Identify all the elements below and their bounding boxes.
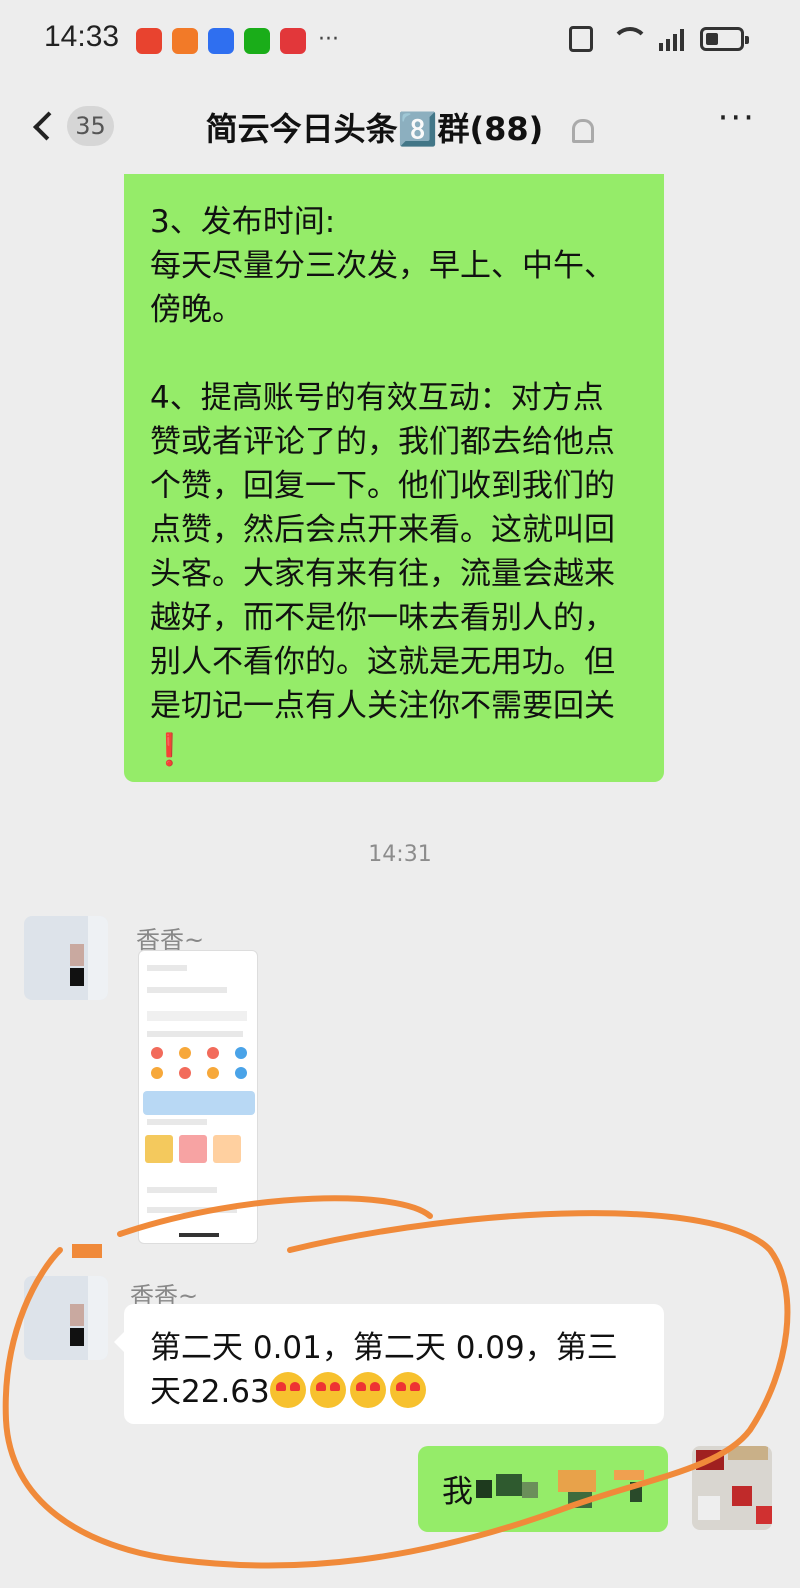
message-line: 别人不看你的。这就是无用功。但 <box>150 644 615 680</box>
status-bar: 14:33 ··· <box>0 0 800 82</box>
message-line: 头客。大家有来有往，流量会越来 <box>150 556 615 592</box>
message-line: 赞或者评论了的，我们都去给他点 <box>150 424 615 460</box>
message-bubble-incoming[interactable]: 第二天 0.01，第二天 0.09，第三 天22.63 <box>114 1304 664 1424</box>
chat-title-row[interactable]: 简云今日头条8️⃣群(88) <box>0 104 800 150</box>
exclamation-icon: ❗ <box>150 732 189 768</box>
message-text: 天22.63 <box>150 1374 270 1410</box>
heart-eyes-emoji-icon <box>269 1372 306 1408</box>
message-line: 越好，而不是你一味去看别人的， <box>150 600 615 636</box>
wechat-icon <box>244 28 270 54</box>
chat-title: 简云今日头条8️⃣群(88) <box>205 110 544 148</box>
message-line: 个赞，回复一下。他们收到我们的 <box>150 468 615 504</box>
message-line-with-emoji: 天22.63 <box>150 1370 640 1414</box>
message-line: 点赞，然后会点开来看。这就叫回 <box>150 512 615 548</box>
avatar[interactable] <box>24 916 108 1000</box>
chat-header: 35 简云今日头条8️⃣群(88) ··· <box>0 82 800 172</box>
heart-eyes-emoji-icon <box>349 1372 386 1408</box>
message-bubble-outgoing[interactable]: 3、发布时间: 每天尽量分三次发，早上、中午、 傍晚。 4、提高账号的有效互动：… <box>124 174 664 782</box>
message-line: 每天尽量分三次发，早上、中午、 <box>150 248 615 284</box>
my-avatar[interactable] <box>692 1446 772 1530</box>
system-indicators <box>569 26 749 52</box>
image-message[interactable] <box>138 950 258 1244</box>
message-timestamp: 14:31 <box>368 842 432 867</box>
message-line: 是切记一点有人关注你不需要回关 <box>150 688 615 724</box>
mute-bell-icon <box>572 119 595 143</box>
message-text: 我 <box>442 1474 473 1510</box>
status-time: 14:33 <box>44 20 120 53</box>
wifi-icon <box>609 27 649 51</box>
nfc-icon <box>569 26 593 52</box>
mail-icon <box>280 28 306 54</box>
taobao-icon <box>172 28 198 54</box>
heart-eyes-emoji-icon <box>309 1372 346 1408</box>
battery-icon <box>700 27 749 51</box>
avatar[interactable] <box>24 1276 108 1360</box>
news-app-icon <box>136 28 162 54</box>
message-line: 3、发布时间: <box>150 204 336 240</box>
message-line: 第二天 0.01，第二天 0.09，第三 <box>150 1330 618 1366</box>
message-line: 4、提高账号的有效互动：对方点 <box>150 380 604 416</box>
browser-icon <box>208 28 234 54</box>
more-notifications-indicator: ··· <box>318 27 339 52</box>
heart-eyes-emoji-icon <box>389 1372 426 1408</box>
message-bubble-outgoing[interactable]: 我 <box>418 1446 668 1532</box>
more-options-button[interactable]: ··· <box>718 98 756 138</box>
signal-icon <box>659 27 684 51</box>
notification-icons: ··· <box>136 28 339 54</box>
message-line: 傍晚。 <box>150 292 243 328</box>
